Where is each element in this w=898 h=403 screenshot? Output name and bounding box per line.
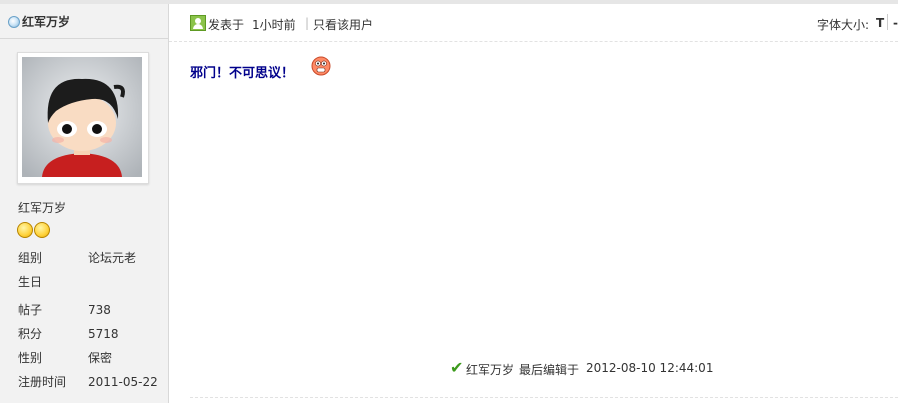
only-author-link[interactable]: 只看该用户 [313,16,373,33]
header-separator: | [305,16,310,30]
info-gender: 性别 保密 [18,349,168,367]
info-points: 积分 5718 [18,325,168,343]
info-group: 组别 论坛元老 [18,249,168,267]
author-name-link[interactable]: 红军万岁 [22,13,70,30]
info-value: 保密 [88,351,113,365]
post-divider [190,397,898,398]
font-size-button[interactable]: T [876,16,884,30]
author-username[interactable]: 红军万岁 [18,199,66,216]
avatar-image [22,57,142,177]
info-value[interactable]: 738 [88,303,111,317]
last-edited-time: 2012-08-10 12:44:01 [586,361,714,375]
posted-label: 发表于 [208,18,245,32]
smiley-icon [34,222,50,238]
info-value[interactable]: 论坛元老 [88,249,136,266]
user-icon [190,15,206,31]
info-value: 2011-05-22 [88,375,158,389]
info-birthday: 生日 [18,273,168,291]
font-size-label: 字体大小: [817,18,870,32]
author-header: 红军万岁 [0,4,168,39]
rank-icons [17,222,51,238]
post-header: 发表于 1小时前 | 只看该用户 字体大小: T - [169,4,898,42]
font-size-divider [887,14,888,30]
author-sidebar: 红军万岁 红军万岁 组别 论坛元老 生日 帖子 738 积分 5718 性别 保… [0,4,169,403]
info-label: 性别 [18,351,43,365]
info-label: 注册时间 [18,375,67,389]
info-label: 组别 [18,251,43,265]
info-posts: 帖子 738 [18,301,168,319]
check-icon: ✔ [450,358,464,377]
last-editor[interactable]: 红军万岁 [466,361,514,378]
info-register-date: 注册时间 2011-05-22 [18,373,168,391]
info-value: 5718 [88,327,119,341]
font-size-button[interactable]: - [893,16,898,30]
info-label: 积分 [18,327,43,341]
avatar[interactable] [17,52,149,184]
post-content: 邪门！不可思议！ [190,66,295,81]
last-edited-label: 最后编辑于 [519,363,580,377]
smiley-icon [17,222,33,238]
shocked-face-icon [311,56,331,76]
online-status-icon [8,16,20,28]
post-main: 发表于 1小时前 | 只看该用户 字体大小: T - 邪门！不可思议！ ✔ 红军… [169,4,898,403]
posted-time: 1小时前 [252,18,296,32]
info-label: 帖子 [18,303,43,317]
info-label: 生日 [18,275,43,289]
